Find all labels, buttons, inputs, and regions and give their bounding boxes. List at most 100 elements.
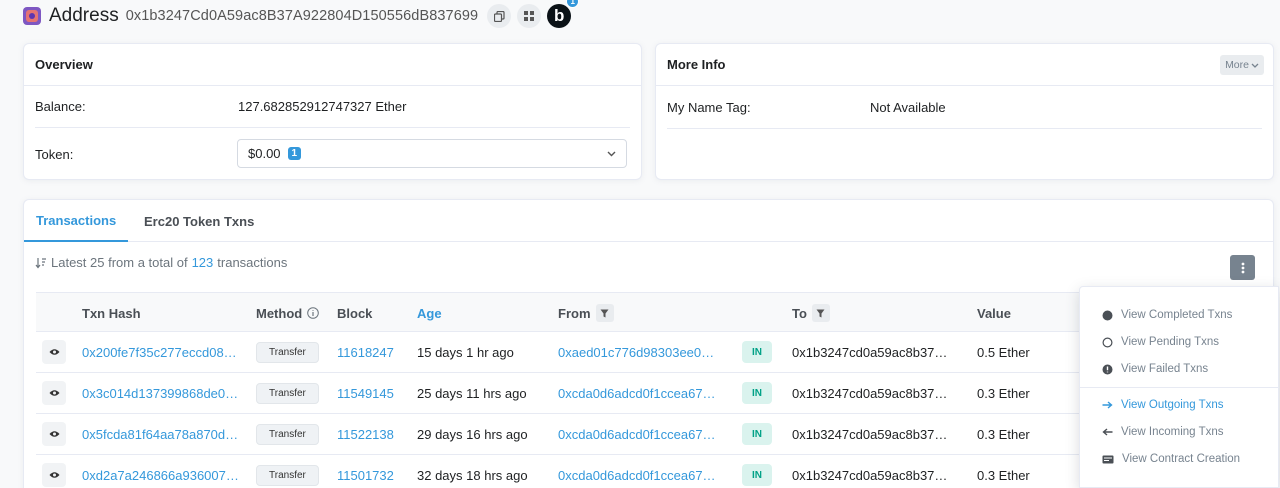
summary-prefix: Latest 25 from a total of	[51, 255, 188, 270]
value-text: 0.3 Ether	[977, 385, 1030, 401]
menu-item-incoming-txns[interactable]: View Incoming Txns	[1102, 424, 1223, 440]
copy-icon	[493, 10, 505, 22]
menu-item-pending-txns[interactable]: View Pending Txns	[1102, 334, 1219, 350]
method-badge: Transfer	[256, 464, 319, 486]
page-header: Address 0x1b3247Cd0A59ac8B37A922804D1505…	[23, 0, 580, 28]
header-txn-hash-label: Txn Hash	[82, 305, 141, 321]
header-from-label: From	[558, 305, 591, 321]
arrow-left-icon	[1102, 428, 1113, 436]
direction-badge: IN	[742, 423, 772, 445]
to-filter-button[interactable]	[811, 304, 830, 322]
view-details-button[interactable]	[42, 422, 66, 446]
tab-erc20-label: Erc20 Token Txns	[144, 213, 255, 229]
table-row: 0x5fcda81f64aa78a870d… Transfer 11522138…	[36, 414, 1261, 455]
header-txn-hash: Txn Hash	[82, 293, 141, 333]
filled-circle-icon	[1102, 310, 1113, 320]
menu-item-outgoing-txns[interactable]: View Outgoing Txns	[1102, 397, 1224, 413]
menu-item-completed-txns[interactable]: View Completed Txns	[1102, 307, 1232, 323]
token-holdings-dropdown[interactable]: $0.00 1	[237, 139, 627, 168]
menu-item-label: View Failed Txns	[1121, 363, 1209, 375]
age-text: 25 days 11 hrs ago	[417, 385, 527, 401]
token-value: $0.00	[248, 146, 281, 161]
more-button-label: More	[1225, 59, 1249, 71]
more-vertical-icon	[1241, 262, 1244, 273]
blockscan-badge: 1	[566, 0, 580, 8]
overview-card: Overview Balance: 127.682852912747327 Et…	[23, 43, 642, 180]
txn-hash-link[interactable]: 0x5fcda81f64aa78a870d…	[82, 414, 238, 454]
from-address-link[interactable]: 0xcda0d6adcd0f1ccea67…	[558, 373, 716, 413]
age-text: 15 days 1 hr ago	[417, 344, 514, 360]
header-age-label: Age	[417, 305, 442, 321]
menu-item-label: View Outgoing Txns	[1121, 399, 1224, 411]
from-address-link[interactable]: 0xcda0d6adcd0f1ccea67…	[558, 414, 716, 454]
age-text: 32 days 18 hrs ago	[417, 467, 528, 483]
hollow-circle-icon	[1102, 336, 1113, 348]
more-button[interactable]: More	[1220, 55, 1264, 75]
header-to-label: To	[792, 305, 807, 321]
page-title: Address	[49, 5, 119, 26]
menu-item-label: View Completed Txns	[1121, 309, 1233, 321]
block-link[interactable]: 11549145	[337, 373, 394, 413]
view-details-button[interactable]	[42, 381, 66, 405]
sort-desc-icon	[35, 257, 46, 268]
tab-transactions[interactable]: Transactions	[24, 200, 129, 242]
card-icon	[1102, 455, 1114, 463]
address-text: 0x1b3247Cd0A59ac8B37A922804D150556dB8376…	[125, 8, 479, 24]
from-address-link[interactable]: 0xaed01c776d98303ee0…	[558, 332, 714, 372]
balance-label: Balance:	[35, 99, 86, 114]
eye-icon	[49, 349, 59, 355]
balance-value: 127.682852912747327 Ether	[238, 99, 407, 114]
txn-total-link[interactable]: 123	[192, 255, 214, 270]
eye-icon	[49, 431, 59, 437]
direction-badge: IN	[742, 382, 772, 404]
table-header: Txn Hash Method Block Age From To Value	[36, 292, 1261, 332]
header-value-label: Value	[977, 305, 1011, 321]
tab-erc20-token-txns[interactable]: Erc20 Token Txns	[144, 200, 254, 242]
txn-hash-link[interactable]: 0xd2a7a246866a936007…	[82, 455, 239, 488]
txn-filter-dropdown: View Completed Txns View Pending Txns Vi…	[1079, 286, 1279, 488]
header-age[interactable]: Age	[417, 293, 442, 333]
to-address-text: 0x1b3247cd0a59ac8b37…	[792, 426, 948, 442]
value-text: 0.3 Ether	[977, 426, 1030, 442]
qr-code-icon	[524, 11, 535, 21]
qr-code-button[interactable]	[517, 4, 542, 28]
txn-summary: Latest 25 from a total of 123 transactio…	[35, 255, 287, 270]
header-value: Value	[977, 293, 1011, 333]
menu-item-label: View Contract Creation	[1122, 453, 1241, 465]
txn-hash-link[interactable]: 0x200fe7f35c277eccd08…	[82, 332, 237, 372]
arrow-right-icon	[1102, 401, 1113, 409]
block-link[interactable]: 11618247	[337, 332, 394, 372]
value-text: 0.5 Ether	[977, 344, 1030, 360]
filter-icon	[816, 309, 825, 317]
token-count-badge: 1	[287, 147, 302, 160]
address-avatar-icon	[23, 7, 41, 25]
menu-item-contract-creation[interactable]: View Contract Creation	[1102, 451, 1240, 467]
header-block-label: Block	[337, 305, 373, 321]
exclamation-circle-icon	[1102, 364, 1113, 374]
txn-hash-link[interactable]: 0x3c014d137399868de0…	[82, 373, 238, 413]
more-info-title: More Info	[656, 44, 1273, 86]
from-filter-button[interactable]	[595, 304, 614, 322]
view-details-button[interactable]	[42, 340, 66, 364]
to-address-text: 0x1b3247cd0a59ac8b37…	[792, 467, 948, 483]
menu-item-label: View Pending Txns	[1121, 336, 1220, 348]
header-from: From	[558, 293, 614, 333]
block-link[interactable]: 11522138	[337, 414, 394, 454]
copy-address-button[interactable]	[487, 4, 512, 28]
txn-options-button[interactable]	[1230, 255, 1255, 280]
method-badge: Transfer	[256, 382, 319, 404]
eye-icon	[49, 390, 59, 396]
menu-item-failed-txns[interactable]: View Failed Txns	[1102, 361, 1208, 377]
info-icon[interactable]	[307, 307, 320, 319]
age-text: 29 days 16 hrs ago	[417, 426, 528, 442]
table-row: 0xd2a7a246866a936007… Transfer 11501732 …	[36, 455, 1261, 488]
header-method-label: Method	[256, 305, 303, 321]
balance-row: Balance: 127.682852912747327 Ether	[35, 86, 630, 128]
from-address-link[interactable]: 0xcda0d6adcd0f1ccea67…	[558, 455, 716, 488]
block-link[interactable]: 11501732	[337, 455, 394, 488]
view-details-button[interactable]	[42, 463, 66, 487]
blockscan-chat-button[interactable]: b 1	[547, 0, 580, 28]
menu-item-label: View Incoming Txns	[1121, 426, 1224, 438]
blockscan-letter: b	[554, 6, 565, 25]
menu-divider	[1080, 387, 1278, 388]
